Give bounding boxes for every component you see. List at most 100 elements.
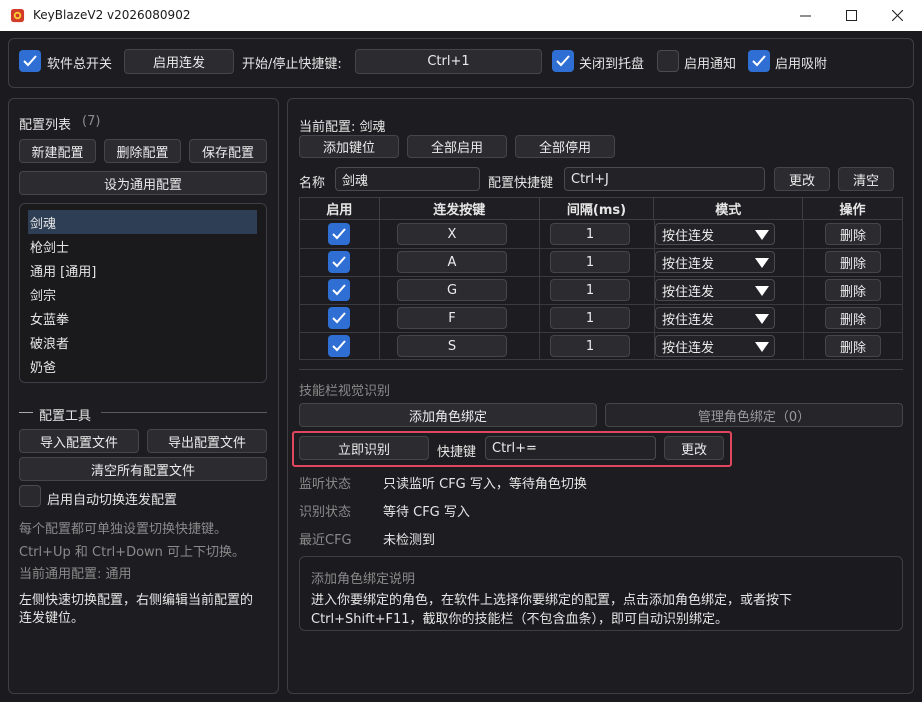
config-list-title: 配置列表	[19, 118, 72, 133]
vision-title: 技能栏视觉识别	[299, 384, 391, 399]
row-mode-value: 按住连发	[662, 284, 715, 300]
enable-snap-label: 启用吸附	[775, 57, 828, 72]
row-delete-button[interactable]: 删除	[825, 279, 881, 301]
table-row: A 1 按住连发 删除	[299, 248, 903, 276]
listen-status-value: 只读监听 CFG 写入，等待角色切换	[383, 477, 587, 492]
add-binding-button[interactable]: 添加角色绑定	[299, 403, 597, 427]
maximize-button[interactable]	[828, 0, 874, 31]
add-key-button[interactable]: 添加键位	[299, 135, 399, 158]
row-interval-field[interactable]: 1	[550, 223, 630, 245]
recognize-change-button[interactable]: 更改	[664, 436, 724, 460]
help-line-1: 进入你要绑定的角色，在软件上选择你要绑定的配置，点击添加角色绑定，或者按下	[311, 593, 793, 608]
row-delete-button[interactable]: 删除	[825, 307, 881, 329]
window-title: KeyBlazeV2 v2026080902	[33, 8, 191, 22]
check-icon	[23, 55, 37, 67]
config-hotkey-label: 配置快捷键	[488, 176, 554, 191]
row-interval-field[interactable]: 1	[550, 307, 630, 329]
row-mode-value: 按住连发	[662, 312, 715, 328]
name-label: 名称	[299, 176, 326, 191]
new-config-button[interactable]: 新建配置	[19, 139, 96, 163]
check-icon	[332, 340, 346, 352]
section-divider	[299, 369, 903, 370]
config-list[interactable]: 剑魂 枪剑士 通用 [通用] 剑宗 女蓝拳 破浪者 奶爸	[19, 203, 267, 383]
config-item-4[interactable]: 女蓝拳	[28, 306, 257, 330]
enable-all-button[interactable]: 全部启用	[407, 135, 507, 158]
col-header-key: 连发按键	[378, 197, 540, 220]
help-title: 添加角色绑定说明	[311, 572, 416, 587]
row-enabled-checkbox[interactable]	[328, 279, 350, 301]
change-hotkey-button[interactable]: 更改	[774, 167, 830, 191]
manage-binding-button[interactable]: 管理角色绑定（0）	[605, 403, 903, 427]
row-enabled-checkbox[interactable]	[328, 251, 350, 273]
row-interval-field[interactable]: 1	[550, 251, 630, 273]
row-key-field[interactable]: A	[397, 251, 507, 273]
row-mode-value: 按住连发	[662, 256, 715, 272]
config-item-1[interactable]: 枪剑士	[28, 234, 257, 258]
chevron-down-icon	[755, 286, 769, 296]
close-button[interactable]	[874, 0, 920, 31]
col-header-action: 操作	[802, 197, 903, 220]
enable-notify-checkbox[interactable]	[657, 50, 679, 72]
master-switch-checkbox[interactable]	[19, 50, 41, 72]
clear-all-configs-button[interactable]: 清空所有配置文件	[19, 457, 267, 481]
minimize-button[interactable]	[782, 0, 828, 31]
config-item-2[interactable]: 通用 [通用]	[28, 258, 257, 282]
clear-hotkey-button[interactable]: 清空	[838, 167, 894, 191]
export-config-button[interactable]: 导出配置文件	[147, 429, 267, 453]
maximize-icon	[845, 10, 857, 21]
listen-status-label: 监听状态	[299, 477, 352, 492]
row-mode-select[interactable]: 按住连发	[655, 307, 775, 329]
title-bar: KeyBlazeV2 v2026080902	[0, 0, 922, 31]
table-row: X 1 按住连发 删除	[299, 220, 903, 248]
start-stop-hotkey-field[interactable]: Ctrl+1	[355, 49, 542, 74]
config-name-input[interactable]: 剑魂	[335, 167, 480, 191]
chevron-down-icon	[755, 314, 769, 324]
disable-all-button[interactable]: 全部停用	[515, 135, 615, 158]
config-item-5[interactable]: 破浪者	[28, 330, 257, 354]
config-hotkey-input[interactable]: Ctrl+J	[564, 167, 765, 191]
row-interval-field[interactable]: 1	[550, 335, 630, 357]
row-enabled-checkbox[interactable]	[328, 335, 350, 357]
set-general-config-button[interactable]: 设为通用配置	[19, 171, 267, 195]
tools-divider-left	[19, 412, 33, 413]
hint-line-2: Ctrl+Up 和 Ctrl+Down 可上下切换。	[19, 545, 246, 560]
config-item-3[interactable]: 剑宗	[28, 282, 257, 306]
chevron-down-icon	[755, 258, 769, 268]
row-key-field[interactable]: X	[397, 223, 507, 245]
row-key-field[interactable]: F	[397, 307, 507, 329]
row-key-field[interactable]: G	[397, 279, 507, 301]
row-mode-select[interactable]: 按住连发	[655, 335, 775, 357]
close-to-tray-checkbox[interactable]	[552, 50, 574, 72]
binding-help-box: 添加角色绑定说明 进入你要绑定的角色，在软件上选择你要绑定的配置，点击添加角色绑…	[299, 556, 903, 631]
row-enabled-checkbox[interactable]	[328, 223, 350, 245]
minimize-icon	[799, 15, 811, 17]
check-icon	[332, 284, 346, 296]
row-mode-select[interactable]: 按住连发	[655, 251, 775, 273]
import-config-button[interactable]: 导入配置文件	[19, 429, 139, 453]
recognize-hotkey-input[interactable]: Ctrl+=	[485, 436, 656, 460]
config-item-6[interactable]: 奶爸	[28, 354, 257, 378]
tools-divider-right	[101, 412, 267, 413]
recognize-now-button[interactable]: 立即识别	[299, 436, 429, 460]
recent-cfg-value: 未检测到	[383, 533, 436, 548]
key-table: 启用 连发按键 间隔(ms) 模式 操作	[299, 197, 903, 220]
auto-switch-checkbox[interactable]	[19, 485, 41, 507]
row-delete-button[interactable]: 删除	[825, 251, 881, 273]
save-config-button[interactable]: 保存配置	[189, 139, 267, 163]
row-enabled-checkbox[interactable]	[328, 307, 350, 329]
config-item-0[interactable]: 剑魂	[28, 210, 257, 234]
recog-status-value: 等待 CFG 写入	[383, 505, 470, 520]
enable-snap-checkbox[interactable]	[748, 50, 770, 72]
row-mode-value: 按住连发	[662, 228, 715, 244]
row-interval-field[interactable]: 1	[550, 279, 630, 301]
row-mode-select[interactable]: 按住连发	[655, 279, 775, 301]
row-mode-select[interactable]: 按住连发	[655, 223, 775, 245]
row-delete-button[interactable]: 删除	[825, 223, 881, 245]
delete-config-button[interactable]: 删除配置	[104, 139, 181, 163]
enable-burst-button[interactable]: 启用连发	[124, 49, 234, 74]
row-delete-button[interactable]: 删除	[825, 335, 881, 357]
col-header-mode: 模式	[653, 197, 804, 220]
row-key-field[interactable]: S	[397, 335, 507, 357]
help-line-2: Ctrl+Shift+F11，截取你的技能栏（不包含血条），即可自动识别绑定。	[311, 612, 728, 627]
recognize-hotkey-label: 快捷键	[437, 445, 477, 460]
